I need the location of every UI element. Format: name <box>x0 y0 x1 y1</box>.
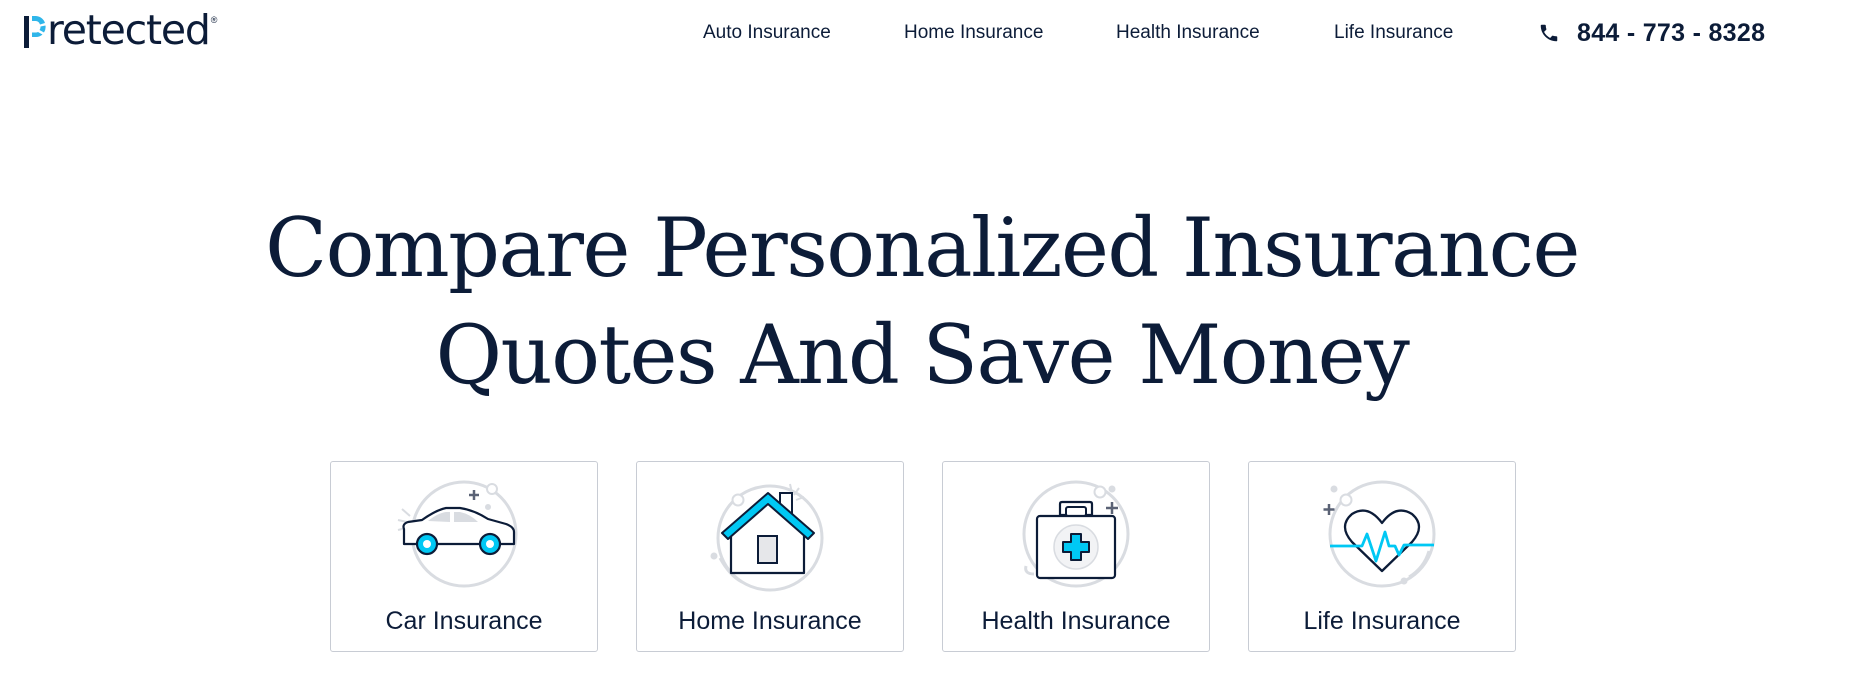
logo-text: retected <box>47 6 211 54</box>
logo-p-mark-icon <box>24 16 46 48</box>
nav-life-insurance[interactable]: Life Insurance <box>1334 19 1453 47</box>
registered-mark: ® <box>210 15 218 25</box>
heartbeat-icon <box>1323 480 1436 588</box>
phone-link[interactable]: 844 - 773 - 8328 <box>1538 16 1765 50</box>
car-icon <box>397 480 518 588</box>
nav-health-insurance[interactable]: Health Insurance <box>1116 19 1260 47</box>
hero-headline-line2: Quotes And Save Money <box>435 309 1410 403</box>
nav-auto-insurance[interactable]: Auto Insurance <box>703 19 831 47</box>
card-label: Car Insurance <box>385 607 543 635</box>
nav-home-insurance[interactable]: Home Insurance <box>904 19 1043 47</box>
card-label: Life Insurance <box>1303 607 1461 635</box>
logo[interactable]: retected ® <box>24 6 217 54</box>
medical-kit-icon <box>1022 480 1130 588</box>
insurance-cards: Car Insurance Home Insurance Health Insu… <box>330 461 1516 652</box>
card-car-insurance[interactable]: Car Insurance <box>330 461 598 652</box>
card-life-insurance[interactable]: Life Insurance <box>1248 461 1516 652</box>
hero-headline: Compare Personalized Insurance Quotes An… <box>0 196 1844 410</box>
card-health-insurance[interactable]: Health Insurance <box>942 461 1210 652</box>
card-label: Home Insurance <box>678 607 862 635</box>
card-label: Health Insurance <box>981 607 1171 635</box>
card-home-insurance[interactable]: Home Insurance <box>636 461 904 652</box>
house-icon <box>710 483 824 592</box>
phone-number: 844 - 773 - 8328 <box>1577 18 1766 47</box>
phone-icon <box>1540 24 1558 42</box>
hero-headline-line1: Compare Personalized Insurance <box>265 202 1580 296</box>
